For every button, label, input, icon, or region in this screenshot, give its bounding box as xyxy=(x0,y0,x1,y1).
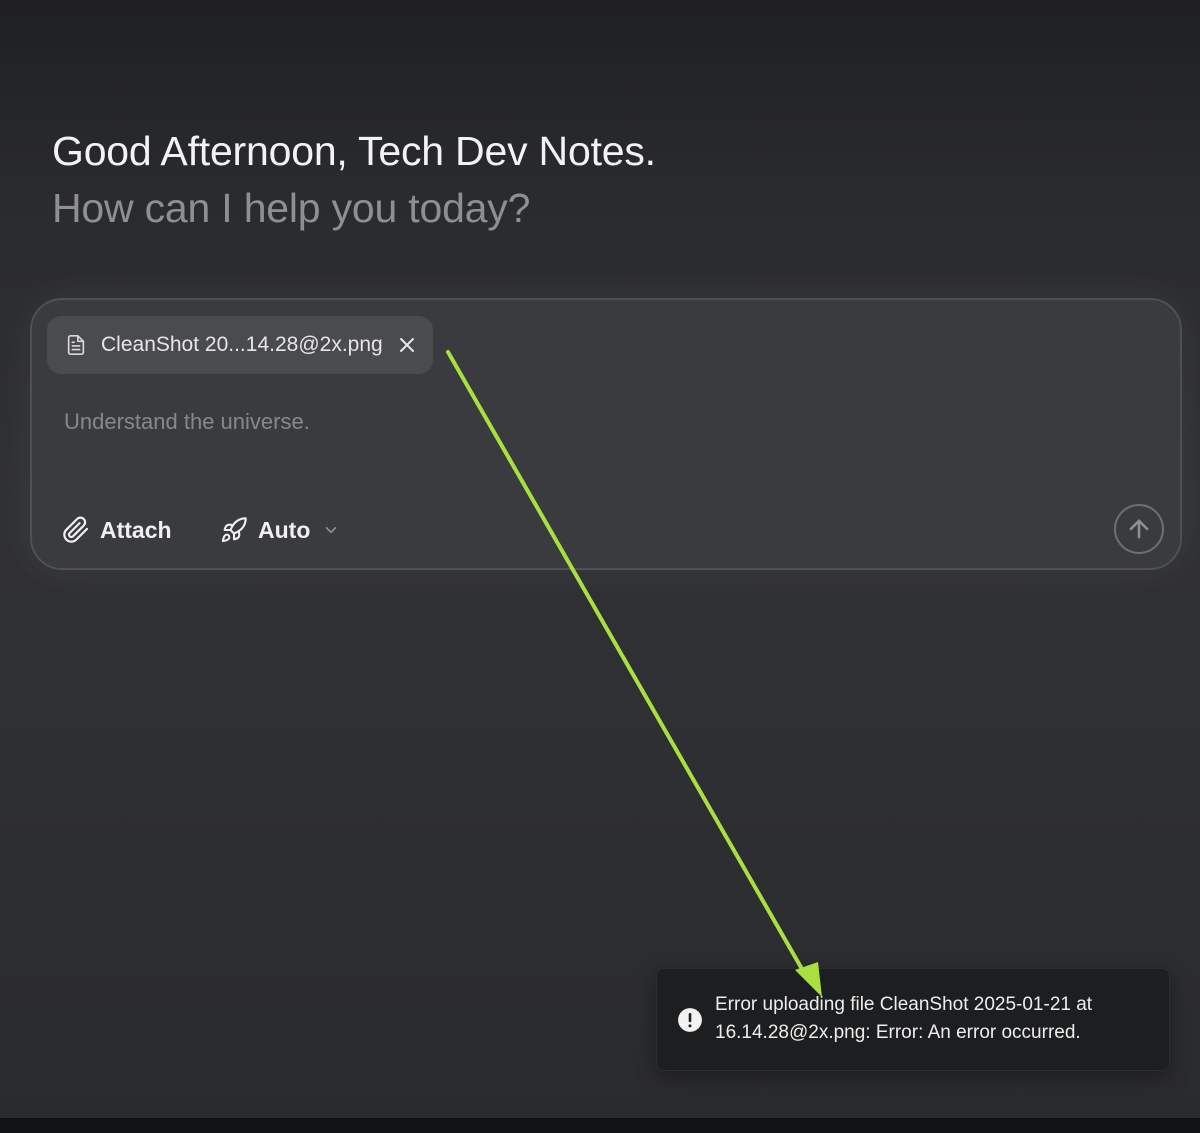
attachment-file-name: CleanShot 20...14.28@2x.png xyxy=(101,333,383,356)
attachment-chip[interactable]: CleanShot 20...14.28@2x.png xyxy=(47,316,433,374)
chevron-down-icon xyxy=(322,521,340,539)
error-toast: Error uploading file CleanShot 2025-01-2… xyxy=(656,968,1170,1071)
error-toast-message: Error uploading file CleanShot 2025-01-2… xyxy=(715,994,1093,1043)
close-icon[interactable] xyxy=(395,333,419,357)
attach-button[interactable]: Attach xyxy=(62,510,172,550)
attach-label: Attach xyxy=(100,516,172,543)
rocket-icon xyxy=(220,516,248,544)
send-button[interactable] xyxy=(1114,504,1164,554)
exclamation-circle-icon xyxy=(677,1007,703,1033)
greeting-title: Good Afternoon, Tech Dev Notes. xyxy=(52,128,656,174)
greeting-subtitle: How can I help you today? xyxy=(52,185,531,231)
prompt-composer: CleanShot 20...14.28@2x.png Attach xyxy=(30,298,1182,570)
arrow-up-icon xyxy=(1125,515,1153,543)
paperclip-icon xyxy=(62,516,90,544)
document-icon xyxy=(65,334,87,356)
mode-label: Auto xyxy=(258,516,311,543)
bottom-bar xyxy=(0,1118,1200,1133)
prompt-input[interactable] xyxy=(64,404,1144,440)
page-background: Good Afternoon, Tech Dev Notes. How can … xyxy=(0,0,1200,1118)
mode-selector-button[interactable]: Auto xyxy=(220,510,340,550)
